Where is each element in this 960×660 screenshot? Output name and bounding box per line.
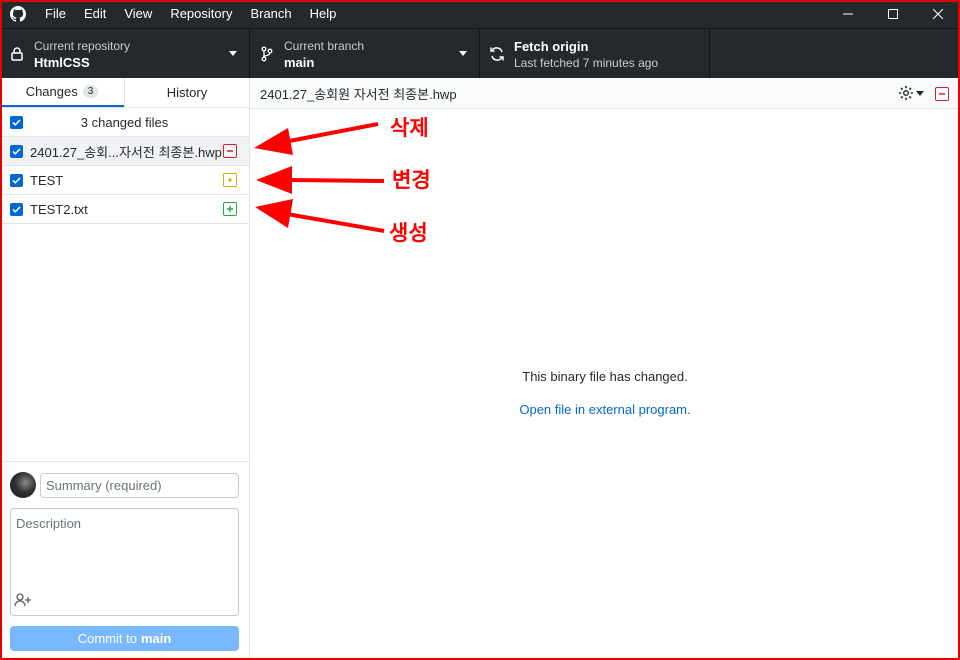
- sync-icon: [480, 46, 514, 62]
- avatar: [10, 472, 36, 498]
- commit-button-branch: main: [140, 631, 172, 646]
- current-repository-button[interactable]: Current repository HtmlCSS: [0, 29, 250, 79]
- binary-file-message: This binary file has changed.: [522, 369, 688, 384]
- tab-history-label: History: [166, 85, 208, 100]
- file-name: TEST: [30, 172, 64, 188]
- toolbar: Current repository HtmlCSS Current branc…: [0, 28, 960, 79]
- close-button[interactable]: [915, 0, 960, 28]
- file-checkbox[interactable]: [10, 173, 23, 187]
- title-bar: File Edit View Repository Branch Help: [0, 0, 960, 28]
- minimize-button[interactable]: [825, 0, 870, 28]
- menu-branch[interactable]: Branch: [241, 0, 300, 28]
- tab-changes-label: Changes: [25, 84, 78, 99]
- annotation-deleted-label: 삭제: [390, 116, 429, 140]
- file-checkbox[interactable]: [10, 144, 23, 158]
- file-row-added[interactable]: TEST2.txt: [0, 195, 249, 224]
- chevron-down-icon: [916, 90, 924, 96]
- window-controls: [825, 0, 960, 28]
- add-coauthor-icon[interactable]: [14, 593, 32, 610]
- repository-label: Current repository: [34, 38, 131, 53]
- changed-files-header: 3 changed files: [0, 108, 249, 137]
- branch-label: Current branch: [284, 38, 365, 53]
- tab-history[interactable]: History: [124, 78, 249, 107]
- menu-view[interactable]: View: [115, 0, 161, 28]
- file-added-icon: [223, 202, 237, 216]
- menu-help[interactable]: Help: [301, 0, 346, 28]
- minimize-icon: [842, 13, 853, 15]
- diff-settings-button[interactable]: [898, 85, 924, 101]
- checkmark-icon: [12, 205, 21, 213]
- chevron-down-icon: [459, 51, 467, 56]
- menu-edit[interactable]: Edit: [75, 0, 115, 28]
- description-input[interactable]: Description: [10, 508, 239, 616]
- select-all-checkbox[interactable]: [10, 115, 23, 129]
- checkmark-icon: [12, 118, 21, 126]
- fetch-status: Last fetched 7 minutes ago: [514, 55, 659, 70]
- annotation-added-label: 생성: [389, 221, 428, 245]
- close-icon: [932, 9, 943, 19]
- github-logo-icon: [0, 0, 36, 28]
- diff-panel: 2401.27_송회원 자서전 최종본.hwp This binary file…: [250, 78, 960, 660]
- commit-panel: Summary (required) Description Commit to…: [0, 461, 249, 660]
- repository-name: HtmlCSS: [34, 54, 90, 70]
- lock-icon: [0, 47, 34, 61]
- diff-file-path: 2401.27_송회원 자서전 최종본.hwp: [260, 86, 457, 102]
- commit-button[interactable]: Commit to main: [10, 626, 239, 651]
- maximize-button[interactable]: [870, 0, 915, 28]
- menu-bar: File Edit View Repository Branch Help: [36, 0, 345, 28]
- changes-count-badge: 3: [82, 85, 99, 98]
- changed-files-count: 3 changed files: [80, 114, 169, 130]
- chevron-down-icon: [229, 51, 237, 56]
- file-row-deleted[interactable]: 2401.27_송회...자서전 최종본.hwp: [0, 137, 249, 166]
- branch-name: main: [284, 54, 315, 70]
- description-placeholder: Description: [16, 516, 82, 531]
- annotation-modified-label: 변경: [392, 168, 431, 192]
- diff-file-header: 2401.27_송회원 자서전 최종본.hwp: [250, 78, 960, 109]
- tab-bar: Changes 3 History: [0, 78, 249, 108]
- checkmark-icon: [12, 176, 21, 184]
- menu-repository[interactable]: Repository: [161, 0, 241, 28]
- file-name: 2401.27_송회...자서전 최종본.hwp: [30, 144, 222, 160]
- file-deleted-icon: [935, 87, 949, 101]
- file-checkbox[interactable]: [10, 202, 23, 216]
- fetch-origin-button[interactable]: Fetch origin Last fetched 7 minutes ago: [480, 29, 710, 79]
- menu-file[interactable]: File: [36, 0, 75, 28]
- summary-input[interactable]: Summary (required): [40, 473, 239, 498]
- file-row-modified[interactable]: TEST: [0, 166, 249, 195]
- commit-button-label: Commit to: [77, 631, 137, 646]
- current-branch-button[interactable]: Current branch main: [250, 29, 480, 79]
- open-external-link[interactable]: Open file in external program.: [250, 402, 960, 417]
- sidebar: Changes 3 History 3 changed files 2401.2…: [0, 78, 250, 660]
- gear-icon: [899, 86, 913, 100]
- tab-changes[interactable]: Changes 3: [0, 78, 124, 107]
- maximize-icon: [887, 9, 898, 19]
- file-deleted-icon: [223, 144, 237, 158]
- file-modified-icon: [223, 173, 237, 187]
- branch-icon: [250, 46, 284, 62]
- fetch-label: Fetch origin: [514, 38, 589, 54]
- file-name: TEST2.txt: [30, 201, 88, 217]
- checkmark-icon: [12, 147, 21, 155]
